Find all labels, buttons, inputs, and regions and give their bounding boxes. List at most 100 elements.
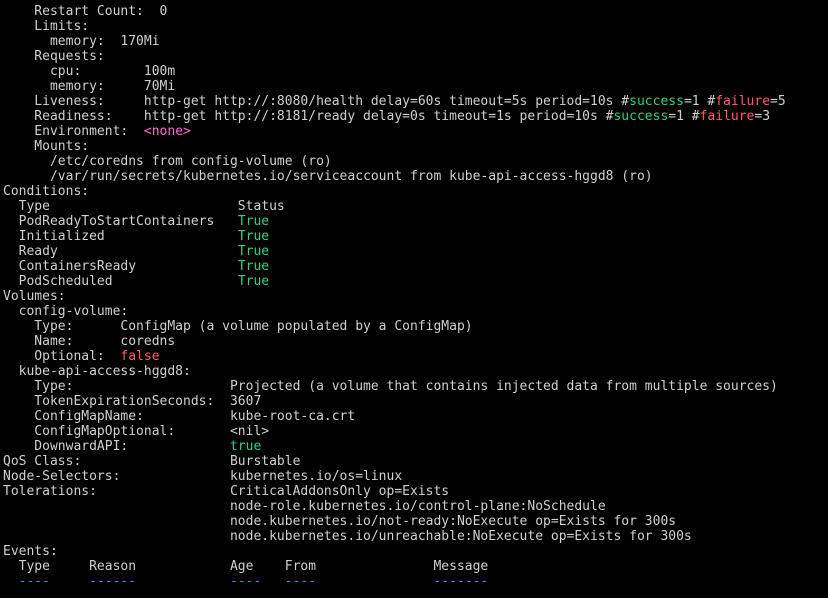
terminal-text: =1 # bbox=[683, 94, 716, 109]
terminal-line: Volumes: bbox=[3, 289, 828, 304]
terminal-line: ---- ------ ---- ---- ------- bbox=[3, 574, 828, 589]
terminal-line: Conditions: bbox=[3, 184, 828, 199]
terminal-line: Tolerations: CriticalAddonsOnly op=Exist… bbox=[3, 484, 828, 499]
terminal-line: Limits: bbox=[3, 19, 828, 34]
terminal-text: =1 # bbox=[668, 109, 700, 124]
terminal-text: Environment: bbox=[3, 124, 144, 139]
terminal-text: config-volume: bbox=[3, 304, 129, 319]
terminal-text: ---- bbox=[18, 574, 50, 589]
terminal-text: memory: 170Mi bbox=[3, 34, 160, 49]
terminal-text: kube-api-access-hggd8: bbox=[3, 364, 191, 379]
terminal-line: memory: 170Mi bbox=[3, 34, 828, 49]
terminal-line: Requests: bbox=[3, 49, 828, 64]
terminal-line: PodScheduled True bbox=[3, 274, 828, 289]
terminal-text: ConfigMapName: kube-root-ca.crt bbox=[3, 409, 356, 424]
terminal-line: memory: 70Mi bbox=[3, 79, 828, 94]
terminal-line: Type: ConfigMap (a volume populated by a… bbox=[3, 319, 828, 334]
terminal-line: QoS Class: Burstable bbox=[3, 454, 828, 469]
terminal-text: TokenExpirationSeconds: 3607 bbox=[3, 394, 262, 409]
terminal-line: Readiness: http-get http://:8181/ready d… bbox=[3, 109, 828, 124]
terminal-line: Type: Projected (a volume that contains … bbox=[3, 379, 828, 394]
terminal-line: ContainersReady True bbox=[3, 259, 828, 274]
terminal-text: True bbox=[237, 244, 270, 259]
terminal-text: Tolerations: CriticalAddonsOnly op=Exist… bbox=[3, 484, 450, 499]
terminal-line: /etc/coredns from config-volume (ro) bbox=[3, 154, 828, 169]
terminal-text: <none> bbox=[143, 124, 191, 139]
terminal-text: failure bbox=[699, 109, 755, 124]
terminal-line: node.kubernetes.io/not-ready:NoExecute o… bbox=[3, 514, 828, 529]
terminal-text: =5 bbox=[770, 94, 786, 109]
terminal-text: success bbox=[613, 109, 669, 124]
terminal-text: success bbox=[629, 94, 684, 109]
terminal-text: ---- bbox=[230, 574, 262, 589]
terminal-line: Ready True bbox=[3, 244, 828, 259]
terminal-text: DownwardAPI: bbox=[3, 439, 230, 454]
terminal-text: node-role.kubernetes.io/control-plane:No… bbox=[3, 499, 606, 514]
terminal-line: Environment: <none> bbox=[3, 124, 828, 139]
terminal-line: Liveness: http-get http://:8080/health d… bbox=[3, 94, 828, 109]
terminal-text: QoS Class: Burstable bbox=[3, 454, 301, 469]
terminal-text: Events: bbox=[3, 544, 58, 559]
terminal-text: PodScheduled bbox=[3, 274, 238, 289]
terminal-line: cpu: 100m bbox=[3, 64, 828, 79]
terminal-line: Node-Selectors: kubernetes.io/os=linux bbox=[3, 469, 828, 484]
terminal-text: failure bbox=[715, 94, 771, 109]
terminal-text: Liveness: http-get http://:8080/health d… bbox=[3, 94, 630, 109]
terminal-text: =3 bbox=[754, 109, 771, 124]
terminal-text: Initialized bbox=[3, 229, 238, 244]
terminal-text: memory: 70Mi bbox=[3, 79, 176, 94]
terminal-text: Name: coredns bbox=[3, 334, 176, 349]
terminal-text: /etc/coredns from config-volume (ro) bbox=[3, 154, 332, 169]
terminal-text: true bbox=[229, 439, 262, 454]
terminal-line: ConfigMapName: kube-root-ca.crt bbox=[3, 409, 828, 424]
terminal-text: ---- bbox=[284, 574, 317, 589]
terminal-text: Type: ConfigMap (a volume populated by a… bbox=[3, 319, 473, 334]
terminal-text: ContainersReady bbox=[3, 259, 238, 274]
terminal-text: True bbox=[237, 214, 270, 229]
terminal-line: TokenExpirationSeconds: 3607 bbox=[3, 394, 828, 409]
terminal-line: Initialized True bbox=[3, 229, 828, 244]
terminal-line: config-volume: bbox=[3, 304, 828, 319]
terminal-line: Optional: false bbox=[3, 349, 828, 364]
terminal-line: Events: bbox=[3, 544, 828, 559]
terminal-line: Type Reason Age From Message bbox=[3, 559, 828, 574]
terminal-line: Name: coredns bbox=[3, 334, 828, 349]
terminal-text: Restart Count: 0 bbox=[3, 4, 168, 19]
terminal-text: Node-Selectors: kubernetes.io/os=linux bbox=[3, 469, 403, 484]
terminal-text: node.kubernetes.io/not-ready:NoExecute o… bbox=[3, 514, 677, 529]
terminal-text: Conditions: bbox=[3, 184, 90, 199]
terminal-text: node.kubernetes.io/unreachable:NoExecute… bbox=[3, 529, 692, 544]
terminal-line: /var/run/secrets/kubernetes.io/serviceac… bbox=[3, 169, 828, 184]
terminal-line: Restart Count: 0 bbox=[3, 4, 828, 19]
terminal-text: Limits: bbox=[3, 19, 90, 34]
terminal-text: Mounts: bbox=[3, 139, 90, 154]
terminal-line: ConfigMapOptional: <nil> bbox=[3, 424, 828, 439]
terminal-text: cpu: 100m bbox=[3, 64, 176, 79]
terminal-text: True bbox=[237, 274, 270, 289]
terminal-text: True bbox=[237, 229, 270, 244]
terminal-output[interactable]: Restart Count: 0 Limits: memory: 170Mi R… bbox=[0, 0, 828, 598]
terminal-text: Type: Projected (a volume that contains … bbox=[3, 379, 778, 394]
terminal-text: Volumes: bbox=[3, 289, 66, 304]
terminal-line: node.kubernetes.io/unreachable:NoExecute… bbox=[3, 529, 828, 544]
terminal-text: ------- bbox=[433, 574, 489, 589]
terminal-text: ConfigMapOptional: <nil> bbox=[3, 424, 270, 439]
terminal-text: Readiness: http-get http://:8181/ready d… bbox=[3, 109, 614, 124]
terminal-line: kube-api-access-hggd8: bbox=[3, 364, 828, 379]
terminal-text: Type Reason Age From Message bbox=[3, 559, 489, 574]
terminal-line: Type Status bbox=[3, 199, 828, 214]
terminal-text: Requests: bbox=[3, 49, 105, 64]
terminal-text: Type Status bbox=[3, 199, 285, 214]
terminal-line: DownwardAPI: true bbox=[3, 439, 828, 454]
terminal-line: PodReadyToStartContainers True bbox=[3, 214, 828, 229]
terminal-text: Optional: bbox=[3, 349, 121, 364]
terminal-text: false bbox=[120, 349, 160, 364]
terminal-line: Mounts: bbox=[3, 139, 828, 154]
terminal-text: PodReadyToStartContainers bbox=[3, 214, 238, 229]
terminal-text: True bbox=[237, 259, 270, 274]
